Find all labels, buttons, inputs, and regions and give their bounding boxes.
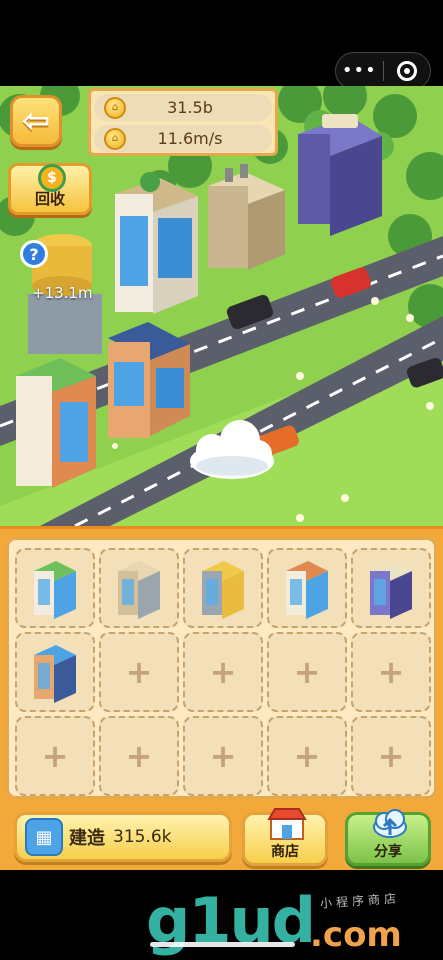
- slot-solar-house[interactable]: [15, 632, 95, 712]
- coin-icon: ⌂: [104, 127, 126, 150]
- empty-slot[interactable]: +: [99, 632, 179, 712]
- share-label: 分享: [374, 844, 402, 860]
- back-arrow-icon: ⇦: [21, 101, 51, 141]
- share-button[interactable]: 分享: [345, 809, 431, 866]
- empty-slot[interactable]: +: [15, 716, 95, 796]
- more-dots-icon[interactable]: •••: [336, 52, 383, 90]
- coin-rate-row: ⌂ 11.6m/s: [94, 125, 272, 152]
- plus-icon: +: [125, 653, 153, 691]
- plus-icon: +: [377, 737, 405, 775]
- beige-building-icon: [118, 561, 160, 619]
- plus-icon: +: [125, 737, 153, 775]
- coins-total-row: ⌂ 31.5b: [94, 94, 272, 121]
- slot-water-tank-tower[interactable]: [183, 548, 263, 628]
- empty-slot[interactable]: +: [351, 716, 431, 796]
- solar-house-icon: [34, 645, 76, 703]
- ivy-tower-icon: [286, 561, 328, 619]
- game-screen: ••• ⇦ ⌂ 31.5b ⌂ 11.6m/s $ 回收 ? +13.1m + …: [0, 0, 443, 960]
- coin-rate: 11.6m/s: [157, 129, 223, 148]
- build-label: 建造: [69, 828, 105, 849]
- empty-slot[interactable]: +: [99, 716, 179, 796]
- slot-ivy-tower[interactable]: [267, 548, 347, 628]
- building-ivy-tower[interactable]: [16, 358, 96, 488]
- empty-slot[interactable]: +: [351, 632, 431, 712]
- coin-icon: ⌂: [104, 96, 126, 119]
- floating-income: +13.1m: [32, 284, 93, 302]
- currency-panel: ⌂ 31.5b ⌂ 11.6m/s: [88, 88, 278, 156]
- cloud-upload-icon: [373, 809, 407, 838]
- purple-building-icon: [370, 561, 412, 619]
- close-miniprogram-icon[interactable]: [383, 61, 430, 81]
- build-cost: 315.6k: [113, 827, 172, 847]
- build-button[interactable]: ▦ 建造 315.6k: [14, 812, 232, 862]
- plus-icon: +: [293, 653, 321, 691]
- plus-icon: +: [209, 653, 237, 691]
- plus-icon: +: [377, 653, 405, 691]
- slot-purple-building[interactable]: [351, 548, 431, 628]
- status-bar: •••: [0, 0, 443, 90]
- home-indicator: [150, 942, 295, 947]
- plus-icon: +: [293, 737, 321, 775]
- water-tank-tower-icon: [202, 561, 244, 619]
- empty-slot[interactable]: +: [267, 716, 347, 796]
- empty-slot[interactable]: +: [183, 632, 263, 712]
- green-roof-tower-icon: [34, 561, 76, 619]
- back-button[interactable]: ⇦: [10, 95, 62, 147]
- watermark-domain: .com: [310, 915, 402, 955]
- coins-total: 31.5b: [167, 98, 213, 117]
- building-icon: ▦: [25, 818, 63, 856]
- empty-slot[interactable]: +: [267, 632, 347, 712]
- building-solar-house[interactable]: [108, 322, 190, 438]
- building-green-roof-tower[interactable]: [115, 172, 198, 314]
- help-icon[interactable]: ?: [20, 240, 48, 268]
- building-purple[interactable]: [298, 114, 382, 236]
- slot-green-roof-tower[interactable]: [15, 548, 95, 628]
- dollar-recycle-icon: $: [38, 164, 66, 192]
- shop-label: 商店: [271, 844, 299, 860]
- empty-slot[interactable]: +: [183, 716, 263, 796]
- miniprogram-capsule: •••: [335, 52, 431, 90]
- recycle-button[interactable]: $ 回收: [8, 163, 92, 215]
- shop-button[interactable]: 商店: [242, 808, 328, 866]
- plus-icon: +: [41, 737, 69, 775]
- slot-beige-building[interactable]: [99, 548, 179, 628]
- plus-icon: +: [209, 737, 237, 775]
- slot-grid: + + + + + + + + +: [6, 537, 437, 799]
- storefront-icon: [267, 808, 307, 840]
